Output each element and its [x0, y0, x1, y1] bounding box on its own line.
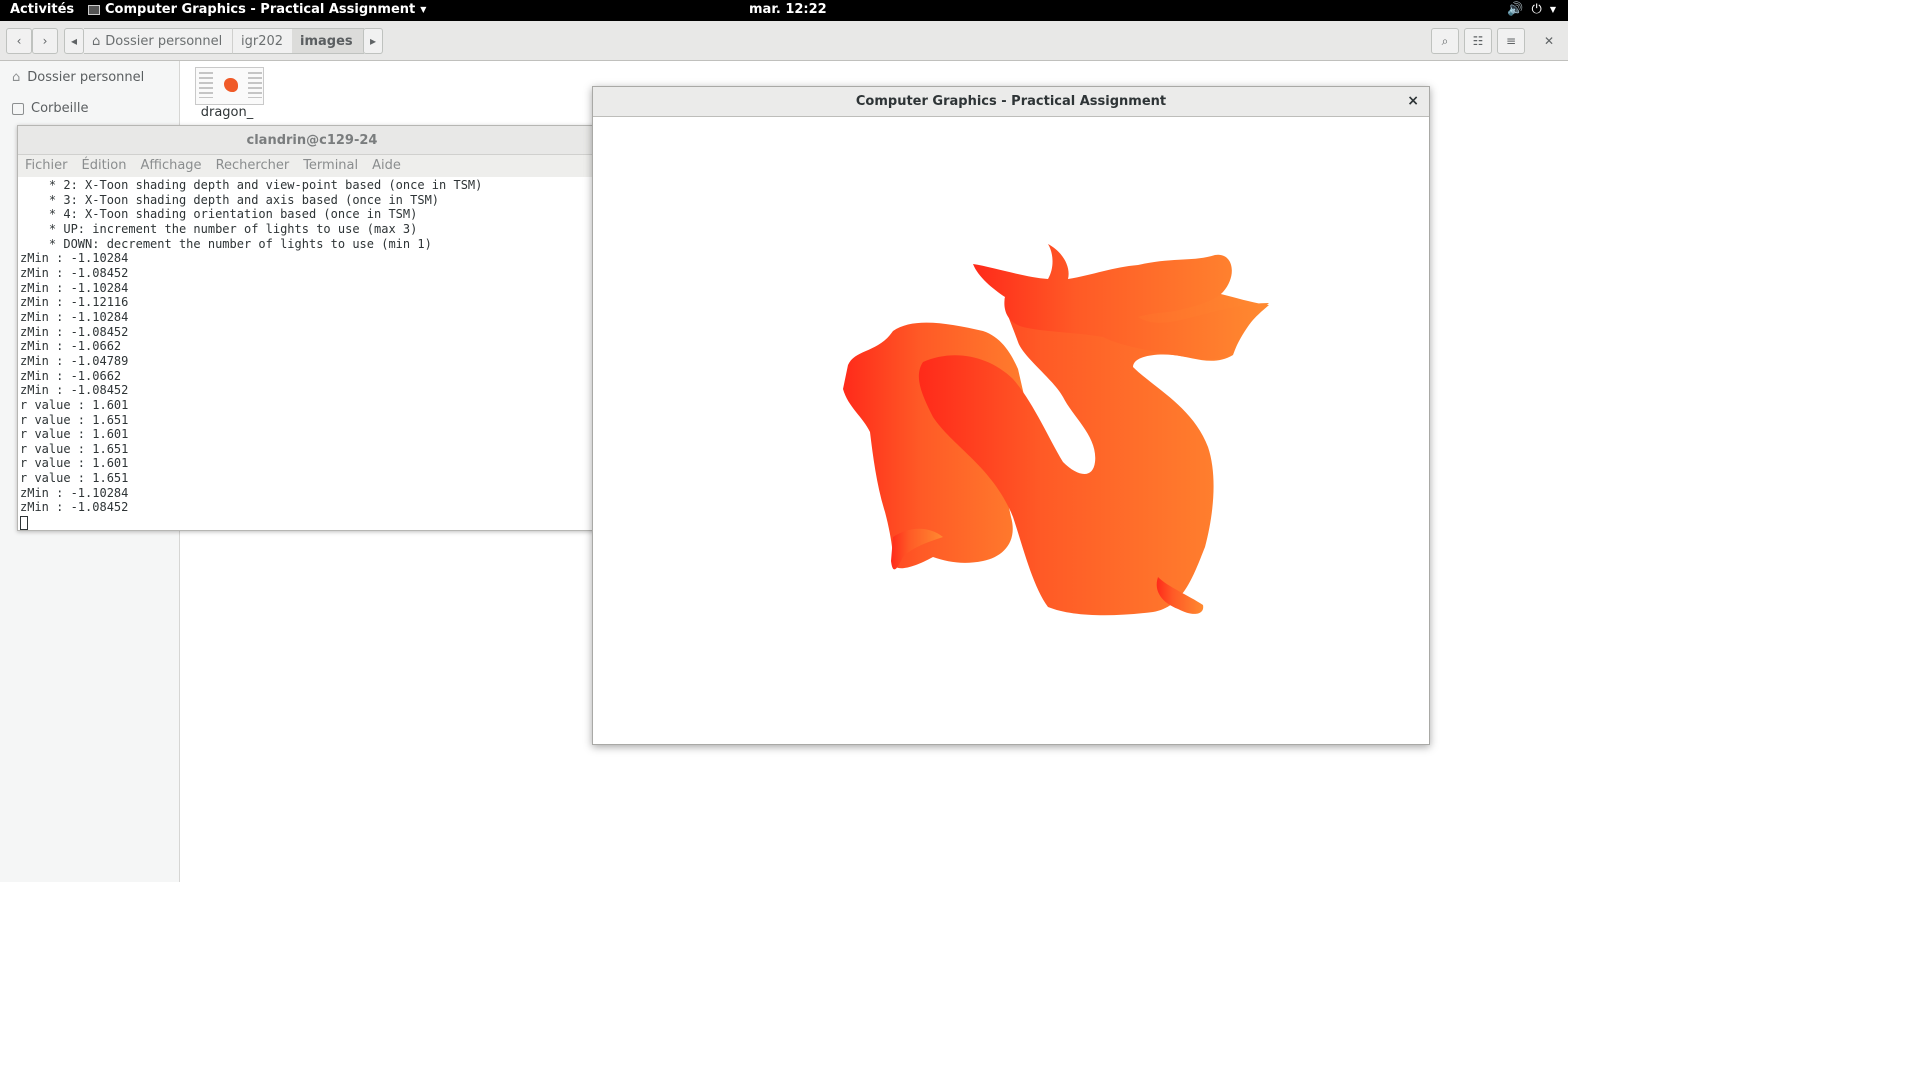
- breadcrumb-label: Dossier personnel: [105, 33, 223, 49]
- breadcrumb-home[interactable]: ⌂ Dossier personnel: [84, 28, 232, 54]
- file-manager-headerbar: ‹ › ◂ ⌂ Dossier personnel igr202 images …: [0, 21, 1568, 61]
- arrow-left-icon: ◂: [70, 34, 78, 48]
- menu-rechercher[interactable]: Rechercher: [216, 155, 290, 177]
- terminal-cursor: [20, 516, 28, 530]
- close-button[interactable]: ✕: [1536, 28, 1562, 54]
- home-icon: ⌂: [12, 70, 21, 85]
- chevron-left-icon: ‹: [16, 34, 22, 48]
- terminal-line: r value : 1.651: [20, 471, 129, 486]
- file-thumbnail[interactable]: [195, 67, 264, 105]
- terminal-line: zMin : -1.08452: [20, 500, 129, 515]
- list-view-icon: ☷: [1472, 34, 1484, 48]
- terminal-line: r value : 1.651: [20, 441, 129, 456]
- terminal-line: r value : 1.601: [20, 397, 129, 412]
- app-window-icon: [88, 4, 100, 15]
- opengl-window[interactable]: Computer Graphics - Practical Assignment…: [592, 86, 1430, 745]
- sidebar-item-trash[interactable]: Corbeille: [12, 101, 88, 116]
- system-status-area[interactable]: 🔊 ⏻ ▼: [1507, 2, 1556, 18]
- dragon-thumbnail-image: [224, 78, 238, 92]
- caret-down-icon: ▼: [420, 5, 427, 14]
- menu-button[interactable]: ≡: [1497, 28, 1525, 54]
- menu-affichage[interactable]: Affichage: [140, 155, 201, 177]
- terminal-menubar: Fichier Édition Affichage Rechercher Ter…: [18, 155, 606, 177]
- terminal-line: * 2: X-Toon shading depth and view-point…: [20, 178, 483, 192]
- terminal-output[interactable]: * 2: X-Toon shading depth and view-point…: [18, 177, 606, 515]
- terminal-line: * DOWN: decrement the number of lights t…: [20, 236, 432, 251]
- clock[interactable]: mar. 12:22: [749, 2, 827, 17]
- sidebar-item-label: Corbeille: [31, 101, 89, 116]
- app-menu[interactable]: Computer Graphics - Practical Assignment…: [88, 2, 426, 17]
- thumbnail-detail: [199, 72, 213, 98]
- back-button[interactable]: ‹: [6, 28, 32, 54]
- terminal-line: zMin : -1.04789: [20, 353, 129, 368]
- terminal-line: zMin : -1.10284: [20, 485, 129, 500]
- breadcrumb-images[interactable]: images: [292, 28, 364, 54]
- terminal-line: zMin : -1.0662: [20, 339, 122, 354]
- terminal-line: zMin : -1.10284: [20, 309, 129, 324]
- home-icon: ⌂: [92, 33, 101, 49]
- terminal-line: zMin : -1.0662: [20, 368, 122, 383]
- sidebar-item-label: Dossier personnel: [27, 70, 145, 85]
- chevron-right-icon: ›: [42, 34, 48, 48]
- menu-terminal[interactable]: Terminal: [303, 155, 358, 177]
- breadcrumb-igr202[interactable]: igr202: [232, 28, 292, 54]
- sidebar-item-home[interactable]: ⌂ Dossier personnel: [12, 70, 144, 85]
- terminal-line: r value : 1.601: [20, 427, 129, 442]
- caret-down-icon: ▼: [1549, 5, 1556, 14]
- top-bar: Activités Computer Graphics - Practical …: [0, 0, 1568, 21]
- terminal-window[interactable]: clandrin@c129-24 Fichier Édition Afficha…: [17, 125, 607, 531]
- opengl-window-title: Computer Graphics - Practical Assignment: [855, 94, 1167, 109]
- forward-button[interactable]: ›: [32, 28, 58, 54]
- search-icon: ⌕: [1441, 33, 1449, 48]
- arrow-right-icon: ▸: [369, 34, 377, 48]
- activities-button[interactable]: Activités: [10, 2, 74, 17]
- close-icon[interactable]: ×: [1407, 87, 1419, 116]
- terminal-line: * 4: X-Toon shading orientation based (o…: [20, 207, 418, 222]
- view-toggle-button[interactable]: ☷: [1464, 28, 1492, 54]
- trash-icon: [12, 102, 24, 115]
- terminal-title[interactable]: clandrin@c129-24: [18, 126, 606, 155]
- terminal-line: zMin : -1.08452: [20, 383, 129, 398]
- render-canvas[interactable]: [593, 117, 1429, 744]
- hamburger-icon: ≡: [1505, 34, 1517, 48]
- menu-edition[interactable]: Édition: [82, 155, 127, 177]
- close-icon: ✕: [1543, 34, 1555, 48]
- opengl-window-titlebar[interactable]: Computer Graphics - Practical Assignment…: [593, 87, 1429, 117]
- terminal-line: * 3: X-Toon shading depth and axis based…: [20, 192, 440, 207]
- path-scroll-left-button[interactable]: ◂: [64, 28, 84, 54]
- menu-aide[interactable]: Aide: [372, 155, 401, 177]
- path-scroll-right-button[interactable]: ▸: [363, 28, 383, 54]
- breadcrumb-label: igr202: [241, 33, 284, 49]
- power-icon: ⏻: [1531, 2, 1542, 17]
- terminal-line: zMin : -1.10284: [20, 251, 129, 266]
- dragon-model: [843, 244, 1269, 616]
- terminal-line: zMin : -1.08452: [20, 265, 129, 280]
- terminal-line: zMin : -1.10284: [20, 280, 129, 295]
- volume-icon: 🔊: [1507, 2, 1524, 17]
- terminal-line: * UP: increment the number of lights to …: [20, 221, 418, 236]
- terminal-line: zMin : -1.12116: [20, 295, 129, 310]
- menu-fichier[interactable]: Fichier: [25, 155, 68, 177]
- terminal-line: zMin : -1.08452: [20, 324, 129, 339]
- thumbnail-detail: [248, 72, 262, 98]
- breadcrumb-label: images: [300, 33, 353, 49]
- search-button[interactable]: ⌕: [1431, 28, 1459, 54]
- app-menu-label: Computer Graphics - Practical Assignment: [105, 2, 416, 17]
- terminal-line: r value : 1.601: [20, 456, 129, 471]
- file-name[interactable]: dragon_: [192, 105, 262, 121]
- terminal-line: r value : 1.651: [20, 412, 129, 427]
